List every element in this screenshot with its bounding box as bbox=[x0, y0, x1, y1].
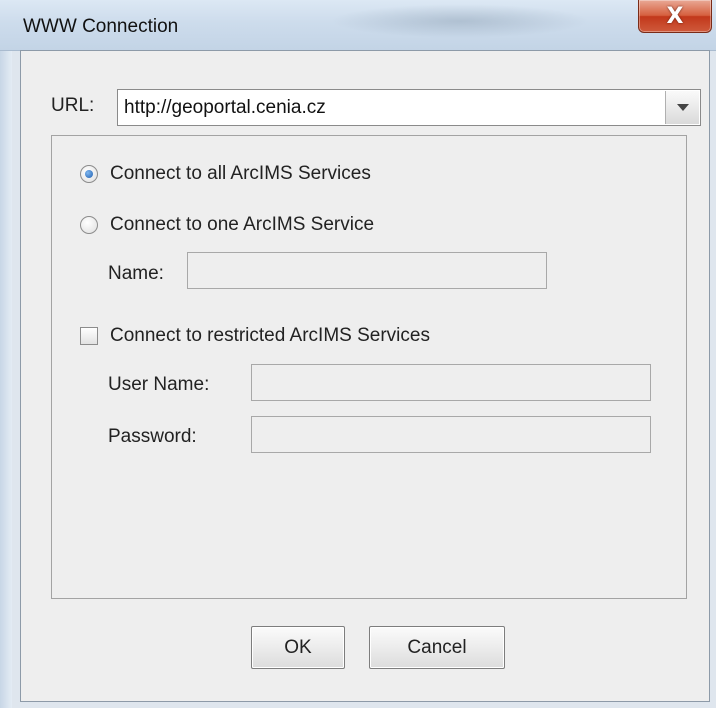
checkbox-box[interactable] bbox=[80, 327, 98, 345]
name-label: Name: bbox=[108, 263, 164, 284]
url-combobox[interactable]: http://geoportal.cenia.cz bbox=[117, 89, 701, 126]
url-value[interactable]: http://geoportal.cenia.cz bbox=[124, 97, 326, 119]
radio-connect-one-label: Connect to one ArcIMS Service bbox=[110, 214, 375, 235]
url-dropdown-button[interactable] bbox=[665, 91, 699, 124]
connection-options-group: Connect to all ArcIMS Services Connect t… bbox=[51, 135, 687, 599]
radio-connect-all[interactable]: Connect to all ArcIMS Services bbox=[80, 163, 371, 185]
ok-button[interactable]: OK bbox=[251, 626, 345, 669]
password-label: Password: bbox=[108, 426, 197, 447]
radio-connect-all-label: Connect to all ArcIMS Services bbox=[110, 163, 371, 184]
checkbox-restricted[interactable]: Connect to restricted ArcIMS Services bbox=[80, 325, 430, 347]
user-name-field[interactable] bbox=[251, 364, 651, 401]
title-bar[interactable]: WWW Connection X bbox=[0, 0, 716, 51]
checkbox-restricted-label: Connect to restricted ArcIMS Services bbox=[110, 325, 430, 346]
title-bar-glow bbox=[330, 4, 590, 38]
radio-button-selected[interactable] bbox=[80, 165, 98, 183]
close-icon: X bbox=[666, 3, 684, 29]
dialog-body: URL: http://geoportal.cenia.cz Connect t… bbox=[20, 50, 710, 702]
url-label: URL: bbox=[51, 95, 95, 116]
name-field[interactable] bbox=[187, 252, 547, 289]
window-title: WWW Connection bbox=[23, 16, 179, 37]
password-field[interactable] bbox=[251, 416, 651, 453]
radio-connect-one[interactable]: Connect to one ArcIMS Service bbox=[80, 214, 374, 236]
chevron-down-icon bbox=[676, 104, 689, 111]
close-button[interactable]: X bbox=[638, 0, 712, 33]
user-name-label: User Name: bbox=[108, 374, 210, 395]
cancel-button[interactable]: Cancel bbox=[369, 626, 505, 669]
radio-button-unselected[interactable] bbox=[80, 216, 98, 234]
background-window-edge bbox=[0, 0, 12, 708]
